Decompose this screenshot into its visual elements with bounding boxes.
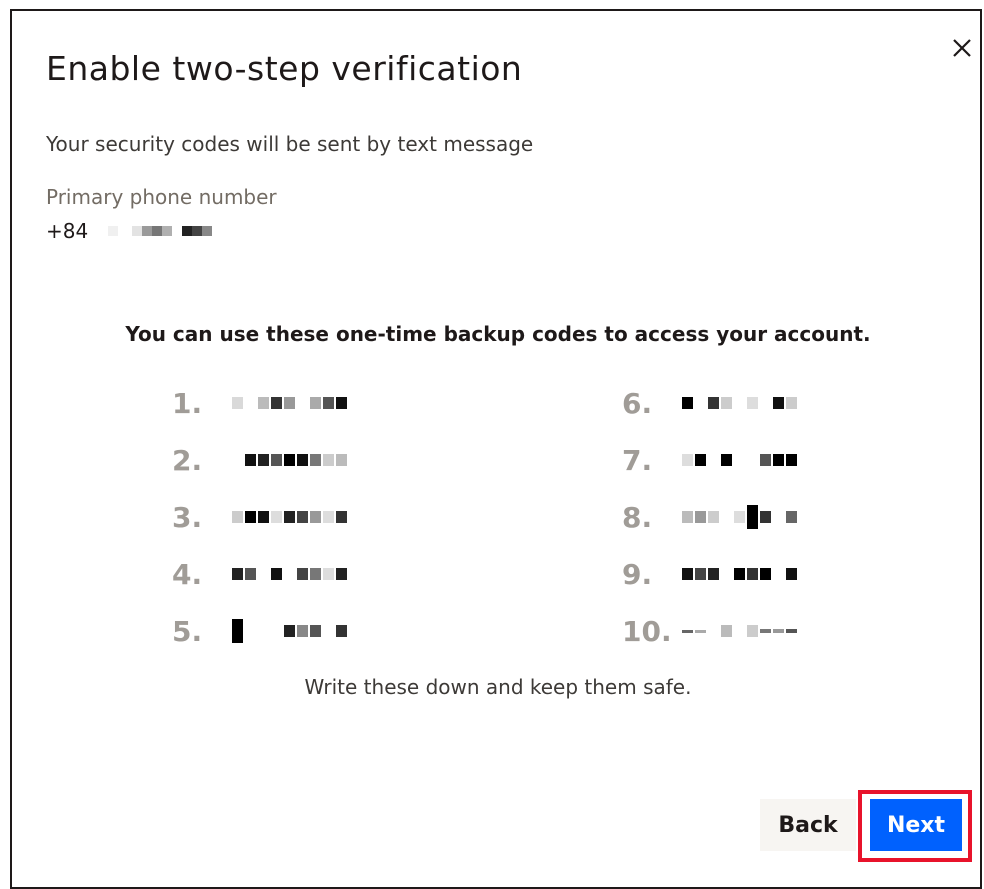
- code-redacted: [232, 568, 349, 580]
- backup-code-5: 5.: [172, 611, 349, 651]
- phone-label: Primary phone number: [46, 185, 277, 209]
- backup-codes-list: 1. 2. 3. 4. 5. 6. 7. 8. 9. 10.: [172, 383, 872, 653]
- code-number: 7.: [622, 443, 653, 477]
- close-icon[interactable]: [949, 35, 975, 61]
- phone-redacted: [108, 226, 213, 236]
- codes-heading: You can use these one-time backup codes …: [125, 322, 871, 346]
- code-redacted: [232, 619, 349, 643]
- backup-code-3: 3.: [172, 497, 349, 537]
- backup-code-10: 10.: [622, 611, 799, 651]
- code-number: 1.: [172, 386, 203, 420]
- instruction-text: Write these down and keep them safe.: [304, 675, 692, 699]
- code-redacted: [232, 397, 349, 409]
- code-number: 10.: [622, 614, 672, 648]
- next-button[interactable]: Next: [870, 799, 962, 851]
- code-redacted: [682, 397, 799, 409]
- back-button[interactable]: Back: [760, 799, 856, 851]
- phone-number: +84: [46, 217, 213, 245]
- backup-code-4: 4.: [172, 554, 349, 594]
- two-step-dialog: Enable two-step verification Your securi…: [10, 9, 982, 889]
- code-redacted: [682, 505, 799, 529]
- phone-prefix: +84: [46, 219, 89, 243]
- code-number: 6.: [622, 386, 653, 420]
- backup-code-6: 6.: [622, 383, 799, 423]
- code-redacted: [682, 454, 799, 466]
- code-number: 8.: [622, 500, 653, 534]
- code-number: 5.: [172, 614, 203, 648]
- code-number: 9.: [622, 557, 653, 591]
- code-redacted: [232, 454, 349, 466]
- code-redacted: [682, 568, 799, 580]
- code-redacted: [232, 511, 349, 523]
- code-number: 2.: [172, 443, 203, 477]
- code-number: 3.: [172, 500, 203, 534]
- backup-code-2: 2.: [172, 440, 349, 480]
- backup-code-7: 7.: [622, 440, 799, 480]
- backup-code-9: 9.: [622, 554, 799, 594]
- dialog-title: Enable two-step verification: [46, 49, 523, 88]
- code-redacted: [682, 625, 799, 637]
- backup-code-1: 1.: [172, 383, 349, 423]
- code-number: 4.: [172, 557, 203, 591]
- backup-code-8: 8.: [622, 497, 799, 537]
- dialog-subtitle: Your security codes will be sent by text…: [46, 132, 534, 156]
